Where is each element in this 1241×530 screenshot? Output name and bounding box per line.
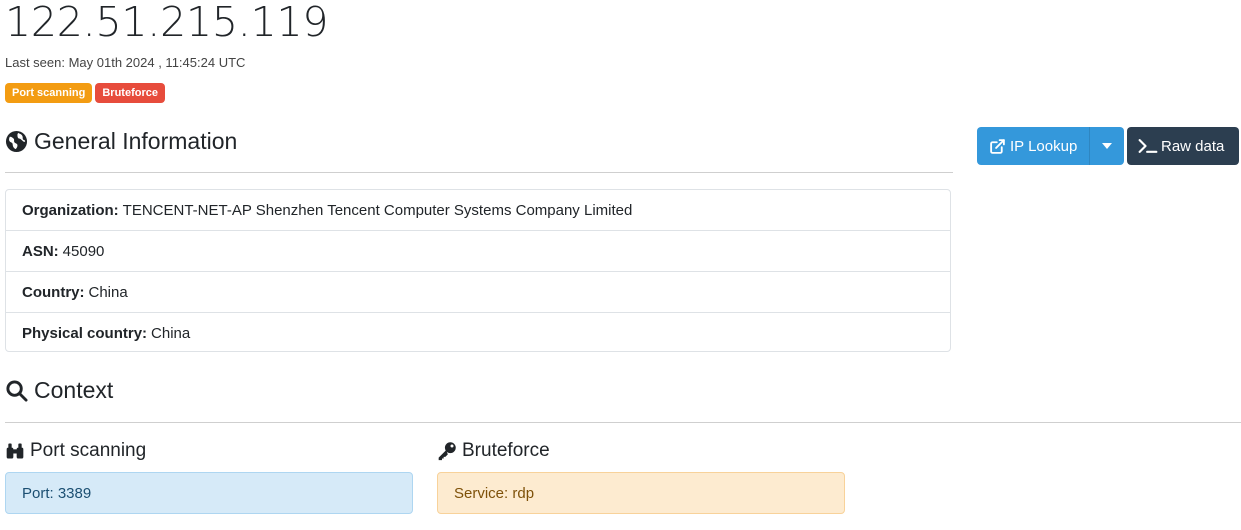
port-scanning-detail-text: Port: 3389 [22, 484, 92, 502]
bruteforce-title: Bruteforce [462, 440, 550, 461]
globe-icon [5, 130, 28, 153]
key-icon [438, 442, 456, 461]
info-label: Country: [22, 283, 85, 301]
info-value: China [88, 283, 128, 301]
tag-list: Port scanning Bruteforce [5, 83, 165, 103]
bruteforce-detail: Service: rdp [437, 472, 845, 514]
ip-lookup-button[interactable]: IP Lookup [977, 127, 1089, 165]
terminal-icon [1138, 139, 1158, 153]
external-link-icon [990, 138, 1005, 154]
tag-bruteforce[interactable]: Bruteforce [95, 83, 165, 103]
search-icon [6, 380, 28, 402]
general-information-title: General Information [34, 128, 238, 154]
port-scanning-title: Port scanning [30, 440, 147, 461]
info-value: TENCENT-NET-AP Shenzhen Tencent Computer… [122, 201, 633, 219]
info-label: Organization: [22, 201, 119, 219]
info-row-asn: ASN: 45090 [6, 231, 950, 272]
tag-port-scanning[interactable]: Port scanning [5, 83, 93, 103]
info-row-organization: Organization: TENCENT-NET-AP Shenzhen Te… [6, 190, 950, 231]
info-row-physical-country: Physical country: China [6, 313, 950, 354]
ip-address-title: 122.51.215.119 [5, 0, 329, 46]
ip-lookup-dropdown-toggle[interactable] [1089, 127, 1124, 165]
info-value: 45090 [62, 242, 105, 260]
context-heading: Context [5, 377, 113, 404]
caret-down-icon [1102, 143, 1112, 149]
general-information-heading: General Information [5, 128, 237, 155]
port-scanning-detail: Port: 3389 [5, 472, 413, 514]
ip-lookup-label: IP Lookup [1010, 137, 1078, 155]
info-label: Physical country: [22, 325, 148, 342]
raw-data-label: Raw data [1161, 137, 1225, 155]
action-buttons: IP Lookup Raw data [977, 127, 1239, 165]
info-row-country: Country: China [6, 272, 950, 313]
raw-data-button[interactable]: Raw data [1127, 127, 1239, 165]
port-scanning-heading: Port scanning [5, 440, 146, 462]
binoculars-icon [6, 443, 24, 459]
general-divider [5, 172, 953, 173]
info-label: ASN: [22, 242, 59, 260]
bruteforce-heading: Bruteforce [437, 440, 550, 462]
general-information-card: Organization: TENCENT-NET-AP Shenzhen Te… [5, 189, 951, 352]
context-title: Context [34, 377, 114, 403]
bruteforce-detail-text: Service: rdp [454, 484, 535, 502]
context-divider [5, 422, 1241, 423]
last-seen-text: Last seen: May 01th 2024 , 11:45:24 UTC [5, 55, 246, 70]
info-value: China [151, 325, 191, 342]
